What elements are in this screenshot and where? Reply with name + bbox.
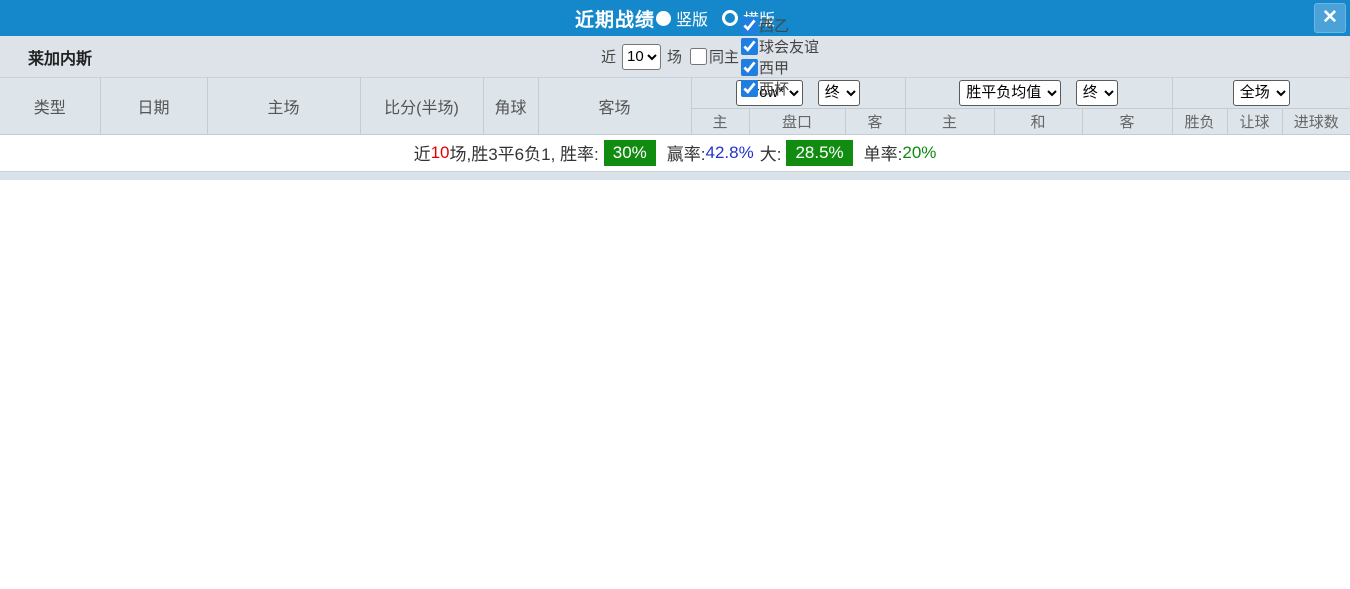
subheader-odds-home: 主 [691, 108, 750, 135]
league-checkbox[interactable] [741, 58, 759, 76]
league-filter: 西杯 [739, 78, 819, 99]
summary-bar: 近 10 场,胜3平6负1, 胜率: 30% 赢率: 42.8% 大: 28.5% 单… [0, 134, 1350, 171]
matches-count-select[interactable]: 10 [621, 43, 661, 70]
big-label: 大: [759, 145, 782, 164]
matches-label: 场 [666, 49, 682, 66]
subheader-goals: 进球数 [1282, 108, 1350, 135]
league-filter: 西甲 [739, 57, 819, 78]
league-checkbox[interactable] [741, 37, 759, 55]
league-checkbox-label: 西杯 [759, 80, 790, 98]
result-group-header: 全场 [1172, 78, 1350, 109]
header-date: 日期 [100, 78, 208, 135]
filterbar: 莱加内斯 近 10 场 同主 西乙球会友谊西甲西杯 [0, 16, 1350, 98]
subheader-wdl: 胜负 [1172, 108, 1228, 135]
header-corner: 角球 [483, 78, 539, 135]
league-checkbox[interactable] [741, 16, 759, 34]
league-checkbox-label: 球会友谊 [759, 38, 820, 56]
league-filter: 球会友谊 [739, 36, 819, 57]
team-name: 莱加内斯 [28, 50, 93, 68]
subheader-odds-away: 客 [845, 108, 906, 135]
single-rate-value: 20% [902, 142, 937, 162]
league-checkbox[interactable] [741, 79, 759, 97]
league-checkbox-label: 西乙 [759, 17, 790, 35]
header-score: 比分(半场) [360, 78, 484, 135]
summary-count: 10 [430, 142, 450, 162]
avg-group-header: 胜平负均值 终 [905, 78, 1173, 109]
close-icon[interactable]: ✕ [1314, 3, 1346, 33]
same-home-label: 同主 [709, 49, 740, 66]
win-rate-badge: 30% [603, 139, 656, 166]
win-odds-label: 赢率: [666, 145, 706, 164]
big-rate-badge: 28.5% [786, 139, 853, 166]
odds-final-select[interactable]: 终 [817, 79, 860, 106]
league-filters: 西乙球会友谊西甲西杯 [739, 15, 819, 99]
near-label: 近 [600, 49, 616, 66]
filter-controls: 近 10 场 同主 西乙球会友谊西甲西杯 [601, 15, 819, 99]
fulltime-select[interactable]: 全场 [1232, 79, 1290, 106]
bottom-strip [0, 170, 1350, 180]
header-home: 主场 [207, 78, 361, 135]
subheader-handicap-result: 让球 [1227, 108, 1283, 135]
summary-near-label: 近 [413, 145, 431, 164]
single-rate-label: 单率: [863, 145, 903, 164]
win-odds-value: 42.8% [705, 142, 754, 162]
subheader-handicap: 盘口 [749, 108, 846, 135]
subheader-avg-home: 主 [905, 108, 995, 135]
subheader-avg-draw: 和 [994, 108, 1083, 135]
league-filter: 西乙 [739, 15, 819, 36]
league-checkbox-label: 西甲 [759, 59, 790, 77]
same-home-checkbox[interactable] [690, 48, 707, 65]
avg-final-select[interactable]: 终 [1075, 79, 1118, 106]
summary-record: 场,胜3平6负1, 胜率: [449, 145, 599, 164]
subheader-avg-away: 客 [1082, 108, 1173, 135]
avg-select[interactable]: 胜平负均值 [959, 79, 1062, 106]
header-type: 类型 [0, 78, 101, 135]
